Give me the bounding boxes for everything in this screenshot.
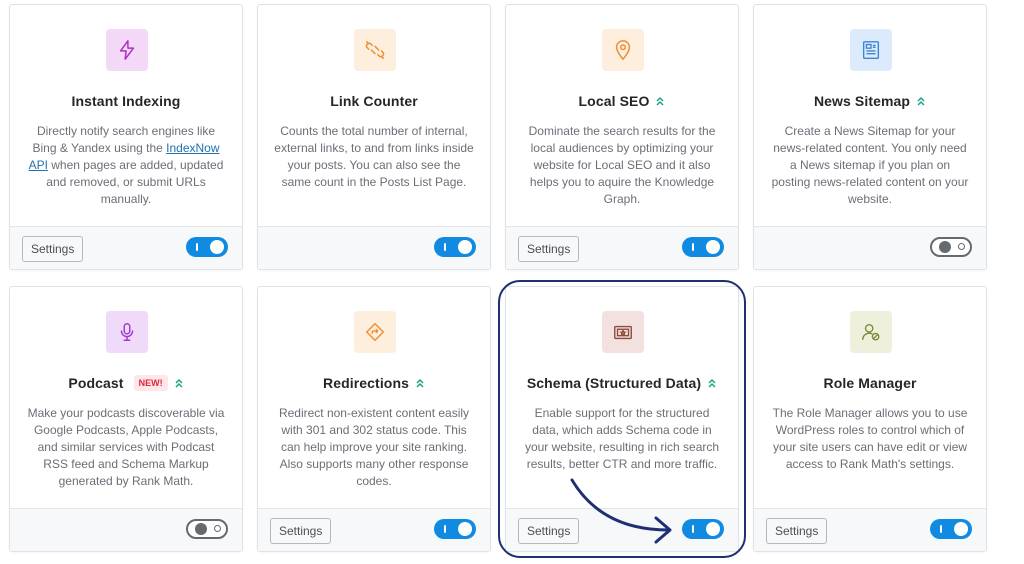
module-title: Link Counter bbox=[330, 93, 418, 109]
settings-button[interactable]: Settings bbox=[766, 518, 828, 544]
user-role-icon bbox=[850, 311, 892, 353]
map-pin-icon bbox=[602, 29, 644, 71]
pro-chevron-icon bbox=[656, 96, 664, 106]
module-card-link-counter: Link Counter Counts the total number of … bbox=[257, 4, 491, 270]
module-description: Redirect non-existent content easily wit… bbox=[278, 406, 470, 488]
card-body: Podcast NEW! Make your podcasts discover… bbox=[10, 287, 242, 510]
card-body: Role Manager The Role Manager allows you… bbox=[754, 287, 986, 510]
module-card-podcast: Podcast NEW! Make your podcasts discover… bbox=[9, 286, 243, 552]
module-description: Dominate the search results for the loca… bbox=[528, 124, 716, 206]
module-title: Podcast bbox=[68, 375, 124, 391]
module-card-local-seo: Local SEO Dominate the search results fo… bbox=[505, 4, 739, 270]
module-toggle[interactable] bbox=[682, 237, 724, 257]
module-toggle[interactable] bbox=[930, 519, 972, 539]
card-body: News Sitemap Create a News Sitemap for y… bbox=[754, 5, 986, 228]
module-description: Directly notify search engines like Bing… bbox=[28, 124, 224, 206]
card-body: Redirections Redirect non-existent conte… bbox=[258, 287, 490, 510]
module-title: Redirections bbox=[323, 375, 409, 391]
module-title: News Sitemap bbox=[813, 93, 911, 109]
card-footer: Settings bbox=[754, 508, 986, 551]
pro-chevron-icon bbox=[175, 378, 183, 388]
card-body: Instant Indexing Directly notify search … bbox=[10, 5, 242, 228]
settings-button[interactable]: Settings bbox=[270, 518, 332, 544]
module-toggle[interactable] bbox=[434, 519, 476, 539]
module-toggle[interactable] bbox=[434, 237, 476, 257]
card-body: Local SEO Dominate the search results fo… bbox=[506, 5, 738, 228]
pro-chevron-icon bbox=[917, 96, 925, 106]
module-title: Role Manager bbox=[823, 375, 917, 391]
pro-chevron-icon bbox=[416, 378, 424, 388]
settings-button[interactable]: Settings bbox=[22, 236, 84, 262]
module-description: Make your podcasts discoverable via Goog… bbox=[27, 406, 225, 488]
card-footer: Settings bbox=[506, 226, 738, 269]
redirect-sign-icon bbox=[354, 311, 396, 353]
microphone-icon bbox=[106, 311, 148, 353]
module-toggle[interactable] bbox=[930, 237, 972, 257]
annotation-arrow bbox=[570, 478, 672, 544]
settings-button[interactable]: Settings bbox=[518, 236, 580, 262]
card-footer: Settings bbox=[258, 508, 490, 551]
module-card-instant-indexing: Instant Indexing Directly notify search … bbox=[9, 4, 243, 270]
module-description: The Role Manager allows you to use WordP… bbox=[772, 406, 968, 471]
card-footer: Settings bbox=[10, 226, 242, 269]
module-title: Local SEO bbox=[578, 93, 650, 109]
module-description: Create a News Sitemap for your news-rela… bbox=[771, 124, 969, 206]
broken-link-icon bbox=[354, 29, 396, 71]
newspaper-icon bbox=[850, 29, 892, 71]
module-toggle[interactable] bbox=[186, 237, 228, 257]
new-badge: NEW! bbox=[133, 375, 168, 391]
lightning-icon bbox=[106, 29, 148, 71]
module-description: Counts the total number of internal, ext… bbox=[274, 124, 474, 189]
module-toggle[interactable] bbox=[186, 519, 228, 539]
card-footer bbox=[258, 226, 490, 269]
card-footer bbox=[10, 508, 242, 551]
module-card-role-manager: Role Manager The Role Manager allows you… bbox=[753, 286, 987, 552]
card-footer bbox=[754, 226, 986, 269]
module-card-news-sitemap: News Sitemap Create a News Sitemap for y… bbox=[753, 4, 987, 270]
module-title: Instant Indexing bbox=[71, 93, 181, 109]
module-card-redirections: Redirections Redirect non-existent conte… bbox=[257, 286, 491, 552]
card-body: Link Counter Counts the total number of … bbox=[258, 5, 490, 228]
